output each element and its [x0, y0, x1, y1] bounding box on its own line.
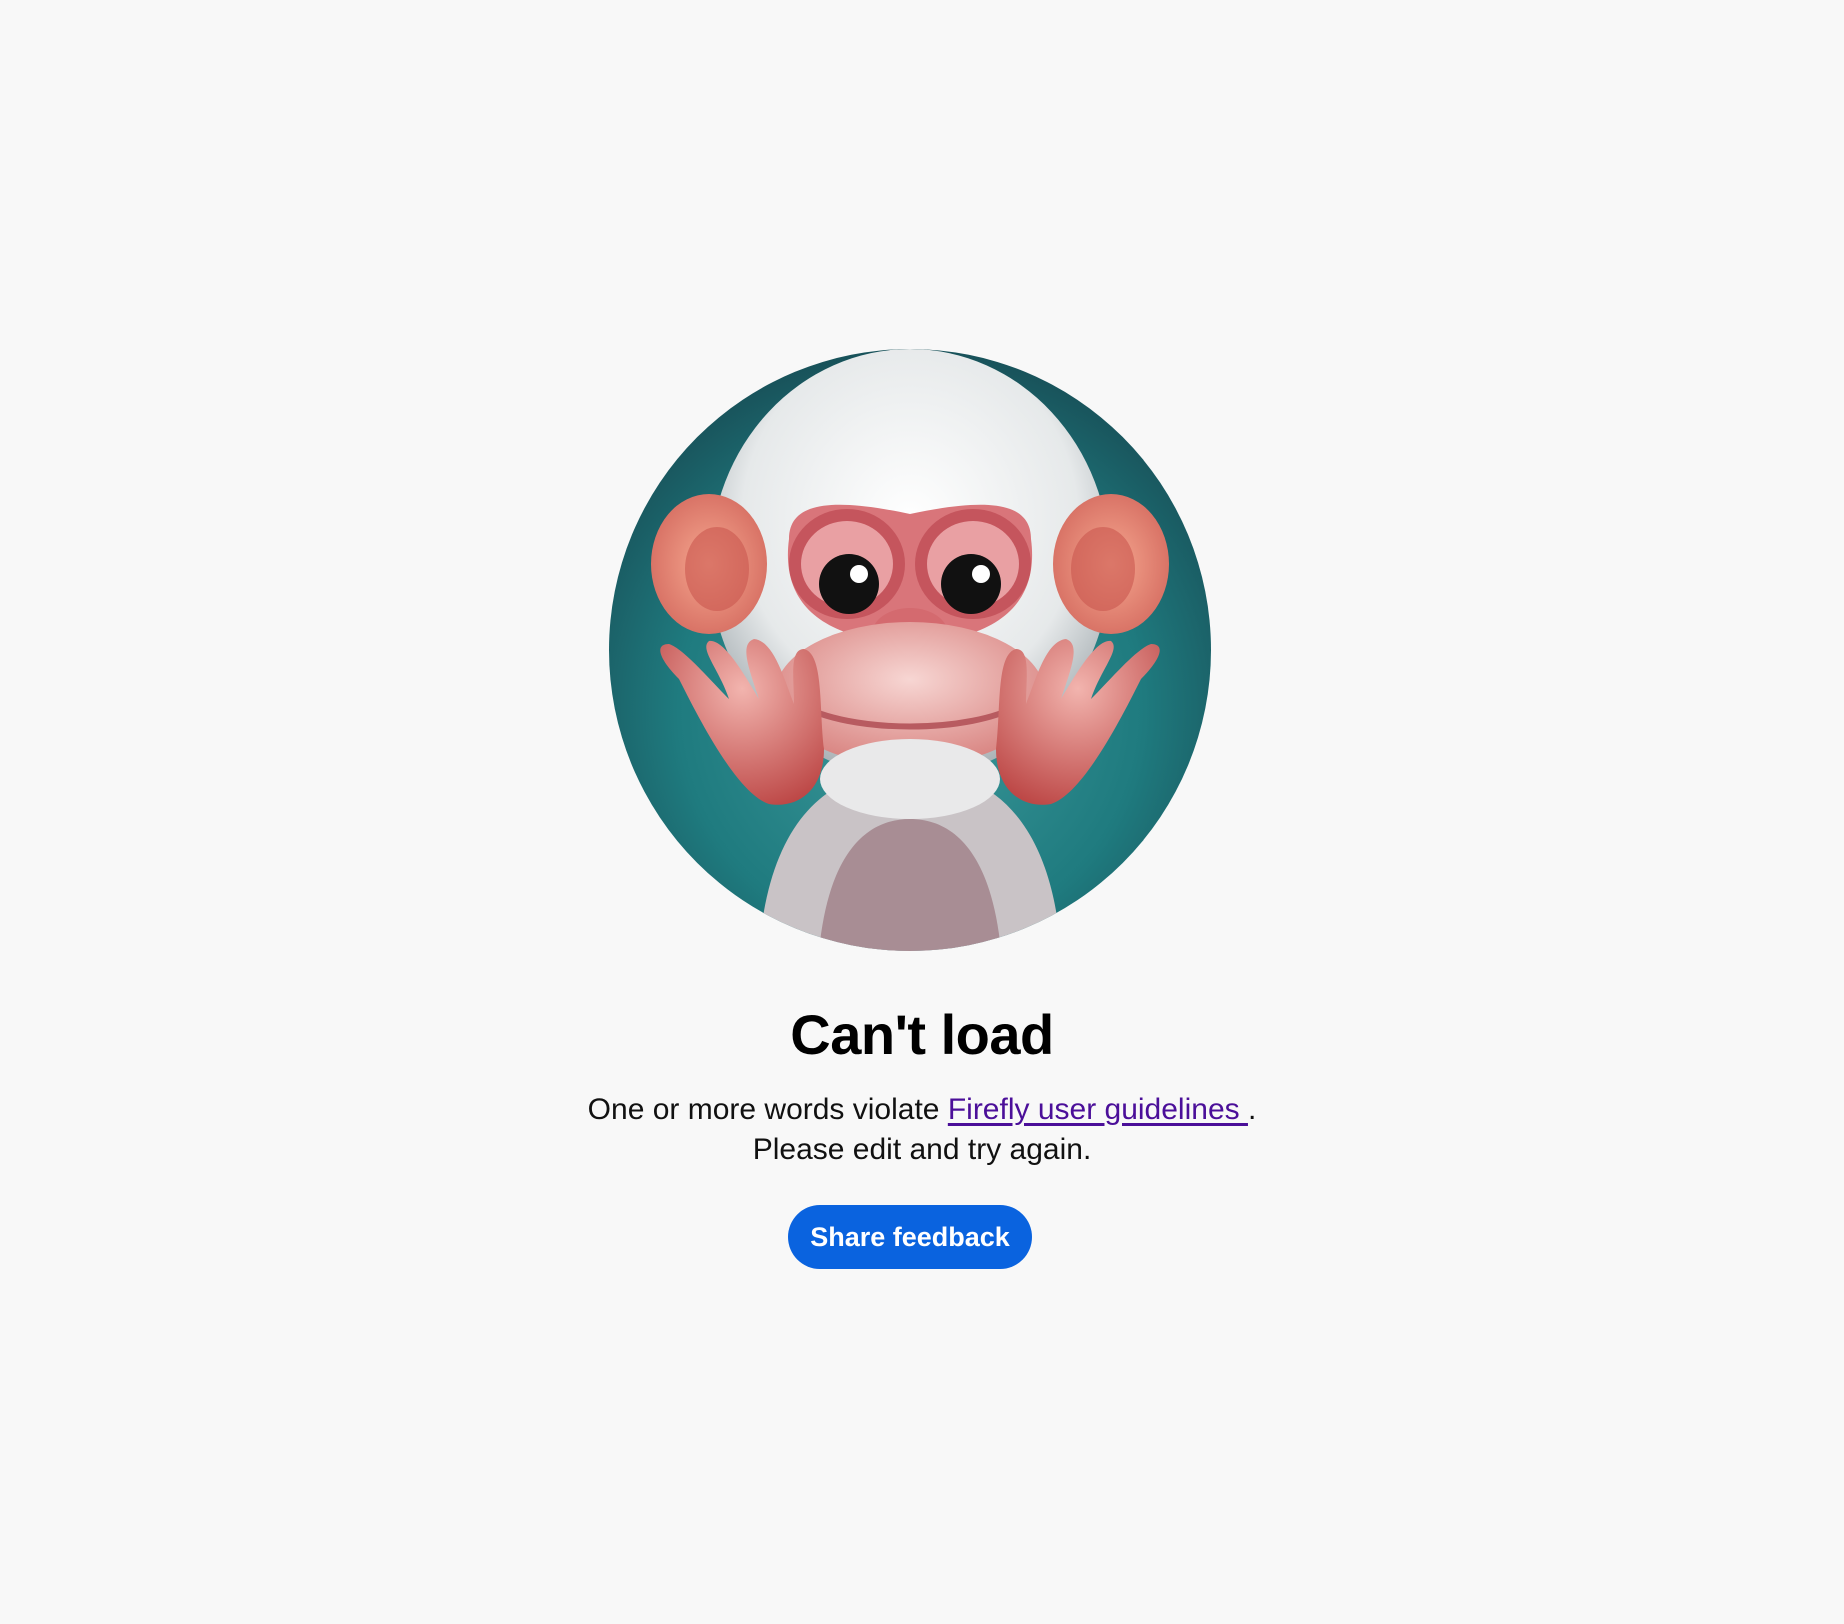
share-feedback-button[interactable]: Share feedback: [788, 1205, 1032, 1269]
monkey-illustration-icon: [609, 349, 1211, 951]
message-line-2: Please edit and try again.: [752, 1133, 1092, 1166]
guidelines-link[interactable]: Firefly user guidelines: [948, 1093, 1248, 1126]
message-prefix: One or more words violate: [587, 1093, 948, 1126]
message-suffix: .: [1247, 1093, 1257, 1126]
page-title: Can't load: [790, 1003, 1054, 1066]
error-message: One or more words violate Firefly user g…: [0, 1090, 1844, 1170]
error-page: Can't load One or more words violate Fir…: [0, 0, 1844, 1624]
